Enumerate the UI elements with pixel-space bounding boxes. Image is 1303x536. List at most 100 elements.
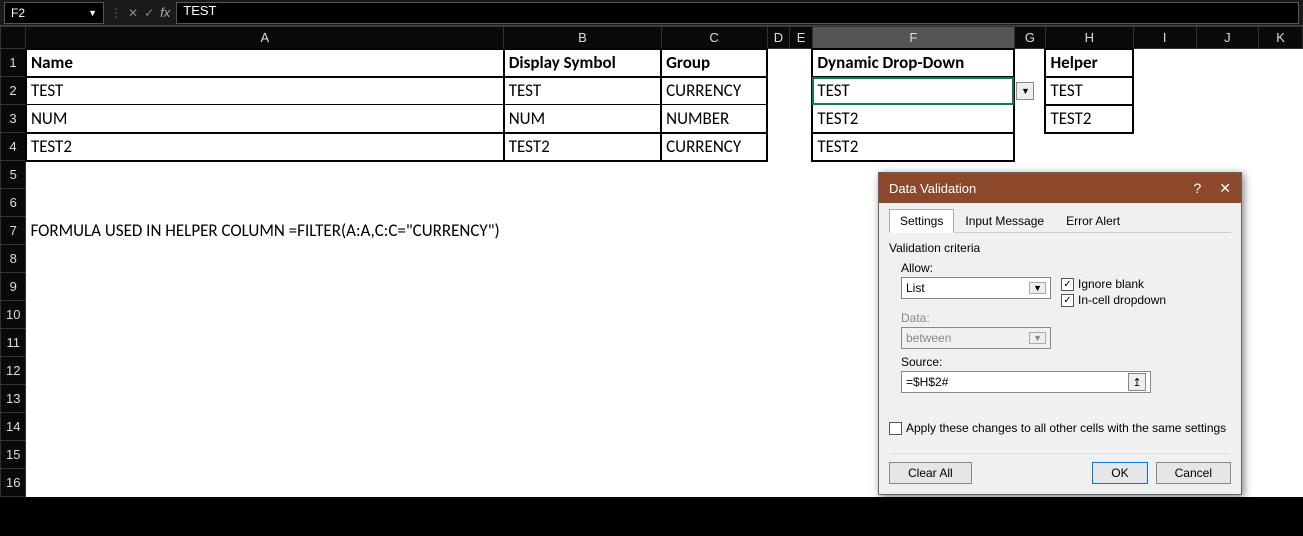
- cell-C8[interactable]: [661, 245, 767, 273]
- allow-combo[interactable]: List ▼: [901, 277, 1051, 299]
- cell-A11[interactable]: [26, 329, 504, 357]
- row-header-10[interactable]: 10: [1, 301, 26, 329]
- cell-I3[interactable]: [1133, 105, 1196, 133]
- cell-B5[interactable]: [504, 161, 661, 189]
- cell-D2[interactable]: [767, 77, 790, 105]
- cell-I2[interactable]: [1133, 77, 1196, 105]
- cell-C6[interactable]: [661, 189, 767, 217]
- cell-H2[interactable]: TEST: [1045, 77, 1133, 105]
- cell-D10[interactable]: [767, 301, 790, 329]
- column-header-E[interactable]: E: [790, 27, 812, 49]
- cell-D8[interactable]: [767, 245, 790, 273]
- ignore-blank-checkbox[interactable]: ✓: [1061, 278, 1074, 291]
- cell-C9[interactable]: [661, 273, 767, 301]
- cell-F3[interactable]: TEST2: [812, 105, 1014, 133]
- cell-K5[interactable]: [1259, 161, 1303, 189]
- cell-D14[interactable]: [767, 413, 790, 441]
- cell-B11[interactable]: [504, 329, 661, 357]
- cell-E14[interactable]: [790, 413, 812, 441]
- cell-K4[interactable]: [1259, 133, 1303, 161]
- help-icon[interactable]: ?: [1193, 180, 1201, 196]
- cell-H1[interactable]: Helper: [1045, 49, 1133, 77]
- cell-A10[interactable]: [26, 301, 504, 329]
- cell-B1[interactable]: Display Symbol: [504, 49, 661, 77]
- cell-C12[interactable]: [661, 357, 767, 385]
- cell-J4[interactable]: [1196, 133, 1258, 161]
- cell-A8[interactable]: [26, 245, 504, 273]
- row-header-13[interactable]: 13: [1, 385, 26, 413]
- column-header-J[interactable]: J: [1196, 27, 1258, 49]
- row-header-1[interactable]: 1: [1, 49, 26, 77]
- cell-B10[interactable]: [504, 301, 661, 329]
- cell-E15[interactable]: [790, 441, 812, 469]
- cell-I1[interactable]: [1133, 49, 1196, 77]
- cell-K15[interactable]: [1259, 441, 1303, 469]
- column-header-I[interactable]: I: [1133, 27, 1196, 49]
- column-header-H[interactable]: H: [1045, 27, 1133, 49]
- row-header-5[interactable]: 5: [1, 161, 26, 189]
- cell-E12[interactable]: [790, 357, 812, 385]
- cell-C11[interactable]: [661, 329, 767, 357]
- cell-B15[interactable]: [504, 441, 661, 469]
- cell-B6[interactable]: [504, 189, 661, 217]
- cell-E5[interactable]: [790, 161, 812, 189]
- apply-all-checkbox[interactable]: [889, 422, 902, 435]
- row-header-15[interactable]: 15: [1, 441, 26, 469]
- cell-A7[interactable]: FORMULA USED IN HELPER COLUMN =FILTER(A:…: [26, 217, 504, 245]
- cell-A16[interactable]: [26, 469, 504, 497]
- source-input[interactable]: =$H$2# ↥: [901, 371, 1151, 393]
- accept-icon[interactable]: ✓: [144, 6, 154, 20]
- cell-K14[interactable]: [1259, 413, 1303, 441]
- cell-J2[interactable]: [1196, 77, 1258, 105]
- cell-A5[interactable]: [26, 161, 504, 189]
- column-header-F[interactable]: F: [812, 27, 1014, 49]
- cell-A13[interactable]: [26, 385, 504, 413]
- cell-B16[interactable]: [504, 469, 661, 497]
- cell-B9[interactable]: [504, 273, 661, 301]
- cell-C14[interactable]: [661, 413, 767, 441]
- cell-K6[interactable]: [1259, 189, 1303, 217]
- cell-B8[interactable]: [504, 245, 661, 273]
- dialog-titlebar[interactable]: Data Validation ? ✕: [879, 173, 1241, 203]
- cancel-icon[interactable]: ✕: [128, 6, 138, 20]
- cell-E9[interactable]: [790, 273, 812, 301]
- column-header-B[interactable]: B: [504, 27, 661, 49]
- row-header-6[interactable]: 6: [1, 189, 26, 217]
- incell-dropdown-checkbox[interactable]: ✓: [1061, 294, 1074, 307]
- cell-D16[interactable]: [767, 469, 790, 497]
- cell-B13[interactable]: [504, 385, 661, 413]
- cell-D1[interactable]: [767, 49, 790, 77]
- cell-C10[interactable]: [661, 301, 767, 329]
- cell-C4[interactable]: CURRENCY: [661, 133, 767, 161]
- cell-D9[interactable]: [767, 273, 790, 301]
- cell-C1[interactable]: Group: [661, 49, 767, 77]
- cell-A9[interactable]: [26, 273, 504, 301]
- cell-A4[interactable]: TEST2: [26, 133, 504, 161]
- cell-D6[interactable]: [767, 189, 790, 217]
- cell-B2[interactable]: TEST: [504, 77, 661, 105]
- row-header-4[interactable]: 4: [1, 133, 26, 161]
- cell-C3[interactable]: NUMBER: [661, 105, 767, 133]
- cell-J1[interactable]: [1196, 49, 1258, 77]
- cell-D13[interactable]: [767, 385, 790, 413]
- cell-A15[interactable]: [26, 441, 504, 469]
- cell-C5[interactable]: [661, 161, 767, 189]
- cell-A3[interactable]: NUM: [26, 105, 504, 133]
- cell-A14[interactable]: [26, 413, 504, 441]
- cell-C13[interactable]: [661, 385, 767, 413]
- cell-D3[interactable]: [767, 105, 790, 133]
- cell-K10[interactable]: [1259, 301, 1303, 329]
- cell-E2[interactable]: [790, 77, 812, 105]
- row-header-9[interactable]: 9: [1, 273, 26, 301]
- cell-E6[interactable]: [790, 189, 812, 217]
- cell-C15[interactable]: [661, 441, 767, 469]
- cell-G3[interactable]: [1014, 105, 1045, 133]
- cell-E13[interactable]: [790, 385, 812, 413]
- row-header-16[interactable]: 16: [1, 469, 26, 497]
- tab-input-message[interactable]: Input Message: [954, 209, 1055, 232]
- cell-A2[interactable]: TEST: [26, 77, 504, 105]
- cell-K3[interactable]: [1259, 105, 1303, 133]
- cell-B4[interactable]: TEST2: [504, 133, 661, 161]
- row-header-2[interactable]: 2: [1, 77, 26, 105]
- cell-B14[interactable]: [504, 413, 661, 441]
